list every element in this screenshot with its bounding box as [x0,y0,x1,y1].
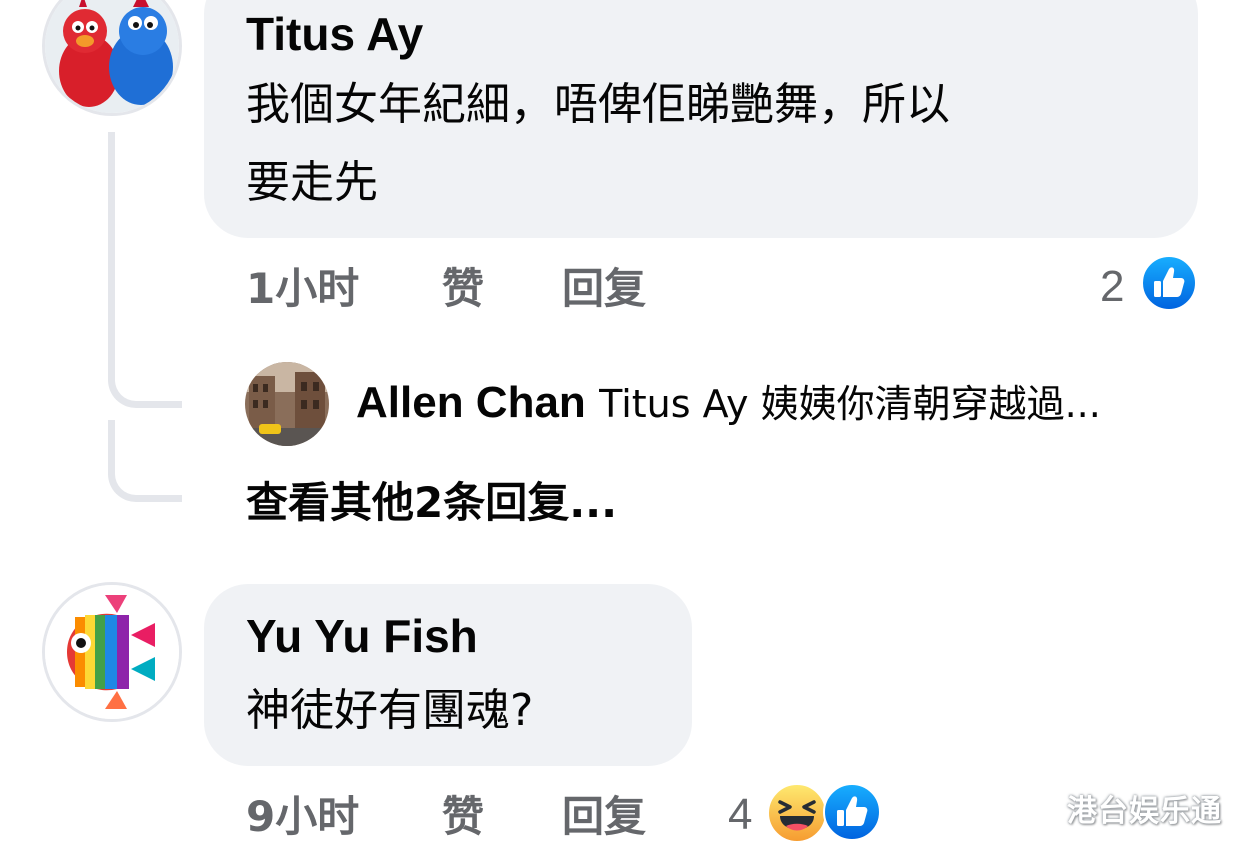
avatar-allen-chan[interactable] [245,362,329,446]
like-icon[interactable] [822,782,882,842]
comment-timestamp[interactable]: 9小时 [246,792,359,842]
reply-button[interactable]: 回复 [562,264,646,314]
reply-text: Titus Ay 姨姨你清朝穿越過... [599,382,1101,426]
comment-text-line: 要走先 [246,157,378,208]
like-button[interactable]: 赞 [442,264,484,314]
comment-author[interactable]: Yu Yu Fish [246,610,478,662]
like-icon[interactable] [1140,254,1198,312]
reaction-count[interactable]: 4 [728,790,752,840]
comment-text-line: 我個女年紀細，唔俾佢睇艷舞，所以 [246,79,950,130]
reply-author[interactable]: Allen Chan [356,378,586,427]
avatar-yu-yu-fish[interactable] [42,582,182,722]
comment-text-line: 神徒好有團魂? [246,685,534,736]
reply-preview[interactable]: Allen Chan Titus Ay 姨姨你清朝穿越過... [356,378,1101,429]
thread-connector-curve-more [108,420,182,502]
comment-timestamp[interactable]: 1小时 [246,264,359,314]
haha-icon[interactable] [766,782,828,844]
view-more-replies-link[interactable]: 查看其他2条回复... [246,478,617,528]
watermark: 港台娱乐通 [1067,794,1222,829]
thread-connector-curve-reply [108,330,182,408]
comment-author[interactable]: Titus Ay [246,8,423,60]
like-button[interactable]: 赞 [442,792,484,842]
reply-button[interactable]: 回复 [562,792,646,842]
avatar-titus-ay[interactable] [42,0,182,116]
reaction-count[interactable]: 2 [1100,262,1124,312]
